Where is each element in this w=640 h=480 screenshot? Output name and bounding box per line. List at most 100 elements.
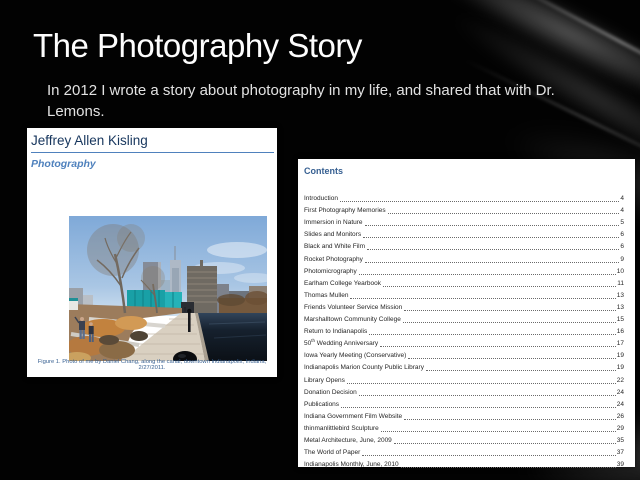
toc-entry: The World of Paper 37 [304, 445, 624, 457]
toc-entry-label: Publications [304, 400, 340, 408]
contents-heading: Contents [304, 166, 343, 176]
toc-entry-label: Marshalltown Community College [304, 316, 401, 324]
toc-dot-leader [404, 309, 616, 311]
toc-dot-leader [408, 358, 616, 360]
toc-entry: Return to Indianapolis 16 [304, 324, 624, 336]
toc-entry-label: Donation Decision [304, 388, 357, 396]
toc-entry-label: Indianapolis Monthly, June, 2010 [304, 461, 399, 469]
toc-dot-leader [350, 297, 616, 299]
slide-subtitle: In 2012 I wrote a story about photograph… [47, 82, 555, 120]
toc-dot-leader [400, 467, 616, 469]
toc-entry-page: 5 [620, 219, 624, 227]
toc-entry-label: Photomicrography [304, 267, 357, 275]
canal-photo [69, 216, 267, 361]
toc-entry-page: 26 [616, 412, 624, 420]
toc-dot-leader [339, 201, 620, 203]
toc-entry-page: 6 [620, 231, 624, 239]
toc-entry-page: 11 [617, 279, 624, 287]
toc-entry-page: 6 [620, 243, 624, 251]
toc-dot-leader [341, 406, 616, 408]
toc-dot-leader [382, 285, 617, 287]
toc-dot-leader [358, 273, 616, 275]
toc-entry: Library Opens 22 [304, 372, 624, 384]
toc-dot-leader [402, 322, 616, 324]
toc-entry: Donation Decision 24 [304, 385, 624, 397]
toc-dot-leader [358, 394, 616, 396]
toc-entry-label: 50th Wedding Anniversary [304, 338, 379, 348]
toc-dot-leader [387, 213, 620, 215]
toc-entry: Rocket Photography 9 [304, 251, 624, 263]
toc-entry: Photomicrography 10 [304, 264, 624, 276]
toc-entry-page: 10 [616, 267, 624, 275]
toc-entry-page: 37 [616, 449, 624, 457]
document-section-heading: Photography [31, 158, 96, 170]
toc-entry-page: 9 [620, 255, 624, 263]
toc-entry: Black and White Film 6 [304, 239, 624, 251]
toc-entry: Publications 24 [304, 397, 624, 409]
contents-page-image: Contents Introduction 4 First Photography … [298, 159, 635, 469]
toc-dot-leader [393, 442, 616, 444]
toc-dot-leader [380, 430, 616, 432]
toc-entry-label: Indiana Government Film Website [304, 412, 403, 420]
toc-entry: 50th Wedding Anniversary 17 [304, 336, 624, 348]
toc-entry-label: First Photography Memories [304, 207, 386, 215]
toc-dot-leader [362, 455, 616, 457]
toc-entry-label: Introduction [304, 195, 338, 203]
toc-entry-page: 19 [616, 352, 624, 360]
toc-entry-page: 15 [616, 316, 624, 324]
toc-entry: Iowa Yearly Meeting (Conservative) 19 [304, 348, 624, 360]
toc-entry: Metal Architecture, June, 2009 35 [304, 433, 624, 445]
story-page-image: Jeffrey Allen Kisling Photography Figure… [27, 128, 277, 377]
toc-entry: Friends Volunteer Service Mission 13 [304, 300, 624, 312]
canal-photo-illustration [69, 216, 267, 361]
toc-dot-leader [425, 370, 616, 372]
toc-entry-page: 35 [616, 436, 624, 444]
toc-entry-label: Iowa Yearly Meeting (Conservative) [304, 352, 407, 360]
toc-entry-label: Thomas Mullen [304, 291, 349, 299]
toc-entry-label: Friends Volunteer Service Mission [304, 303, 403, 311]
toc-entry-label: Library Opens [304, 376, 345, 384]
toc-dot-leader [346, 382, 616, 384]
toc-dot-leader [363, 237, 620, 239]
toc-entry-page: 16 [616, 328, 624, 336]
toc-entry: Indianapolis Monthly, June, 2010 39 [304, 457, 624, 469]
toc-entry: Slides and Monitors 6 [304, 227, 624, 239]
toc-entry-page: 4 [620, 195, 624, 203]
toc-dot-leader [404, 418, 616, 420]
toc-entry-label: Metal Architecture, June, 2009 [304, 436, 392, 444]
toc-entry: Thomas Mullen 13 [304, 288, 624, 300]
toc-entry-page: 13 [616, 291, 624, 299]
toc-entry-page: 24 [616, 388, 624, 396]
toc-entry: Marshalltown Community College 15 [304, 312, 624, 324]
toc-list: Introduction 4 First Photography Memories 4… [304, 191, 624, 469]
toc-entry: thinmanlittlebird Sculpture 29 [304, 421, 624, 433]
toc-entry-page: 17 [616, 340, 624, 348]
toc-entry-page: 29 [616, 424, 624, 432]
toc-entry-page: 22 [616, 376, 624, 384]
toc-entry-label: Slides and Monitors [304, 231, 362, 239]
document-author-heading: Jeffrey Allen Kisling [31, 133, 274, 153]
toc-entry-label: Black and White Film [304, 243, 366, 251]
toc-entry-page: 13 [616, 303, 624, 311]
toc-dot-leader [380, 346, 616, 348]
toc-entry-label: Earlham College Yearbook [304, 279, 381, 287]
toc-entry-page: 4 [620, 207, 624, 215]
toc-dot-leader [364, 225, 620, 227]
toc-entry-page: 24 [616, 400, 624, 408]
toc-entry-label: Rocket Photography [304, 255, 363, 263]
toc-entry-label: thinmanlittlebird Sculpture [304, 424, 379, 432]
toc-dot-leader [364, 261, 620, 263]
figure-caption: Figure 1. Photo of me by Daniel Chang, a… [37, 359, 267, 371]
toc-entry-label: Indianapolis Marion County Public Librar… [304, 364, 424, 372]
toc-entry-page: 39 [616, 461, 624, 469]
presentation-slide: The Photography Story In 2012 I wrote a … [0, 0, 640, 480]
toc-entry-label: Immersion in Nature [304, 219, 363, 227]
toc-entry-label: The World of Paper [304, 449, 361, 457]
toc-entry-label: Return to Indianapolis [304, 328, 368, 336]
toc-entry: Earlham College Yearbook 11 [304, 276, 624, 288]
toc-entry: Indiana Government Film Website 26 [304, 409, 624, 421]
slide-title: The Photography Story [33, 27, 362, 64]
toc-dot-leader [369, 334, 616, 336]
toc-entry: First Photography Memories 4 [304, 203, 624, 215]
toc-entry: Immersion in Nature 5 [304, 215, 624, 227]
